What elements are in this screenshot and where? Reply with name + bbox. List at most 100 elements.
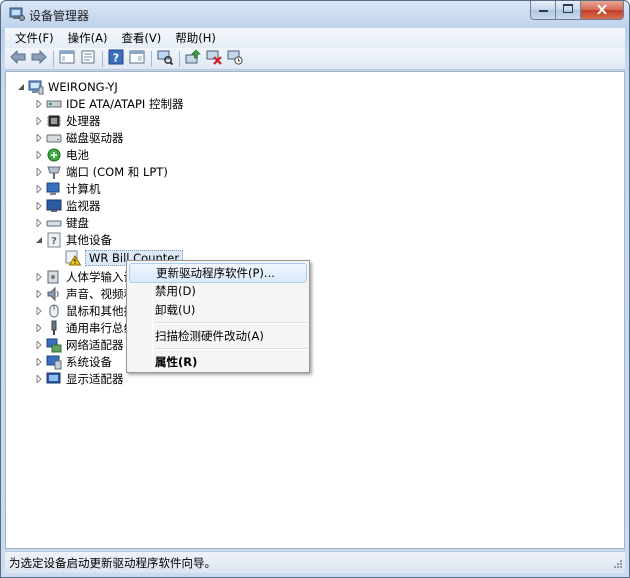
expand-arrow-icon[interactable] <box>34 133 43 142</box>
network-adapter-icon <box>46 337 62 353</box>
menu-update-driver[interactable]: 更新驱动程序软件(P)... <box>129 263 307 283</box>
disable-button[interactable] <box>226 50 244 68</box>
usb-icon <box>46 320 62 336</box>
tree-item-label: 计算机 <box>66 181 101 196</box>
context-menu-separator <box>155 348 307 350</box>
collapse-arrow-icon[interactable] <box>34 235 43 244</box>
tree-item-mouse[interactable]: 鼠标和其他指 <box>34 302 135 319</box>
tree-item-disk[interactable]: 磁盘驱动器 <box>34 129 124 146</box>
mouse-icon <box>46 303 62 319</box>
tree-item-label: 显示适配器 <box>66 371 124 386</box>
menu-disable[interactable]: 禁用(D) <box>129 281 307 301</box>
expand-arrow-icon[interactable] <box>34 167 43 176</box>
expand-arrow-icon[interactable] <box>34 116 43 125</box>
tree-item-label: 键盘 <box>66 215 89 230</box>
expand-arrow-icon[interactable] <box>34 99 43 108</box>
menu-action[interactable]: 操作(A) <box>62 28 114 48</box>
tree-item-ports[interactable]: 端口 (COM 和 LPT) <box>34 163 168 180</box>
status-text: 为选定设备启动更新驱动程序软件向导。 <box>9 555 216 570</box>
menu-file[interactable]: 文件(F) <box>9 28 60 48</box>
close-button[interactable] <box>581 1 624 20</box>
maximize-button[interactable] <box>556 1 581 20</box>
forward-button[interactable] <box>30 49 48 68</box>
other-devices-icon: ? <box>46 232 62 248</box>
expand-arrow-icon[interactable] <box>34 201 43 210</box>
view-tab-button[interactable] <box>128 50 146 68</box>
tree-item-label: 系统设备 <box>66 354 112 369</box>
tree-item-label: 其他设备 <box>66 232 112 247</box>
toolbar-separator <box>179 50 180 67</box>
tree-item-processor[interactable]: 处理器 <box>34 112 101 129</box>
expand-arrow-icon[interactable] <box>34 323 43 332</box>
close-icon <box>597 3 607 17</box>
tree-item-usb[interactable]: 通用串行总线 <box>34 319 135 336</box>
expand-arrow-icon[interactable] <box>34 184 43 193</box>
toolbar-separator <box>151 50 152 67</box>
device-manager-window: 设备管理器 文件(F) 操作(A) 查看(V) 帮助(H) ? WEIRONG-… <box>0 0 630 578</box>
status-bar: 为选定设备启动更新驱动程序软件向导。 <box>5 551 625 573</box>
back-button[interactable] <box>9 49 27 68</box>
tree-item-label: 鼠标和其他指 <box>66 303 135 318</box>
sound-icon <box>46 286 62 302</box>
window-title: 设备管理器 <box>29 9 90 23</box>
tree-item-label: 监视器 <box>66 198 101 213</box>
computer-root-icon <box>28 79 44 95</box>
tree-item-sound[interactable]: 声音、视频和 <box>34 285 135 302</box>
tree-item-ide[interactable]: IDE ATA/ATAPI 控制器 <box>34 95 183 112</box>
expand-arrow-icon[interactable] <box>34 340 43 349</box>
collapse-arrow-icon[interactable] <box>16 82 25 91</box>
tree-item-monitor[interactable]: 监视器 <box>34 197 101 214</box>
display-adapter-icon <box>46 371 62 387</box>
expand-arrow-icon[interactable] <box>34 374 43 383</box>
minimize-icon <box>538 5 548 16</box>
tree-item-keyboard[interactable]: 键盘 <box>34 214 89 231</box>
tree-root[interactable]: WEIRONG-YJ <box>16 78 118 95</box>
svg-text:?: ? <box>113 52 119 65</box>
menu-help[interactable]: 帮助(H) <box>169 28 222 48</box>
system-device-icon <box>46 354 62 370</box>
tree-item-hid[interactable]: 人体学输入设 <box>34 268 135 285</box>
title-bar[interactable]: 设备管理器 <box>1 1 629 27</box>
expand-arrow-icon[interactable] <box>34 357 43 366</box>
tree-item-system[interactable]: 系统设备 <box>34 353 112 370</box>
scan-hardware-button[interactable] <box>156 50 174 68</box>
tree-item-other-devices[interactable]: ? 其他设备 <box>34 231 112 248</box>
battery-icon <box>46 147 62 163</box>
expand-arrow-icon[interactable] <box>34 218 43 227</box>
tree-item-battery[interactable]: 电池 <box>34 146 89 163</box>
show-hide-tree-button[interactable] <box>58 50 76 68</box>
device-manager-icon <box>9 7 25 21</box>
help-button[interactable]: ? <box>107 49 125 68</box>
maximize-icon <box>563 4 573 16</box>
menu-bar: 文件(F) 操作(A) 查看(V) 帮助(H) <box>5 28 625 48</box>
caption-buttons <box>530 1 624 20</box>
disk-drive-icon <box>46 130 62 146</box>
menu-uninstall[interactable]: 卸载(U) <box>129 300 307 320</box>
expand-arrow-icon[interactable] <box>34 289 43 298</box>
menu-scan-hardware[interactable]: 扫描检测硬件改动(A) <box>129 326 307 346</box>
hid-icon <box>46 269 62 285</box>
expand-arrow-icon[interactable] <box>34 150 43 159</box>
menu-properties[interactable]: 属性(R) <box>129 352 307 372</box>
forward-arrow-icon <box>31 49 47 67</box>
context-menu: 更新驱动程序软件(P)... 禁用(D) 卸载(U) 扫描检测硬件改动(A) 属… <box>126 260 310 373</box>
back-arrow-icon <box>10 49 26 67</box>
tree-item-computer[interactable]: 计算机 <box>34 180 101 197</box>
tree-item-display[interactable]: 显示适配器 <box>34 370 124 387</box>
resize-grip-icon[interactable] <box>611 559 623 571</box>
expand-arrow-icon[interactable] <box>34 272 43 281</box>
update-driver-button[interactable] <box>184 49 202 68</box>
help-icon: ? <box>108 49 124 68</box>
tree-item-network[interactable]: 网络适配器 <box>34 336 124 353</box>
tree-item-label: 网络适配器 <box>66 337 124 352</box>
menu-view[interactable]: 查看(V) <box>115 28 167 48</box>
uninstall-button[interactable] <box>205 50 223 68</box>
device-tree[interactable]: WEIRONG-YJ IDE ATA/ATAPI 控制器 处理器 磁盘驱动器 电… <box>5 71 625 549</box>
toolbar-separator <box>53 50 54 67</box>
minimize-button[interactable] <box>530 1 556 20</box>
tree-item-label: 电池 <box>66 147 89 162</box>
warning-device-icon <box>65 250 82 266</box>
properties-button[interactable] <box>79 50 97 68</box>
ide-controller-icon <box>46 96 62 112</box>
expand-arrow-icon[interactable] <box>34 306 43 315</box>
